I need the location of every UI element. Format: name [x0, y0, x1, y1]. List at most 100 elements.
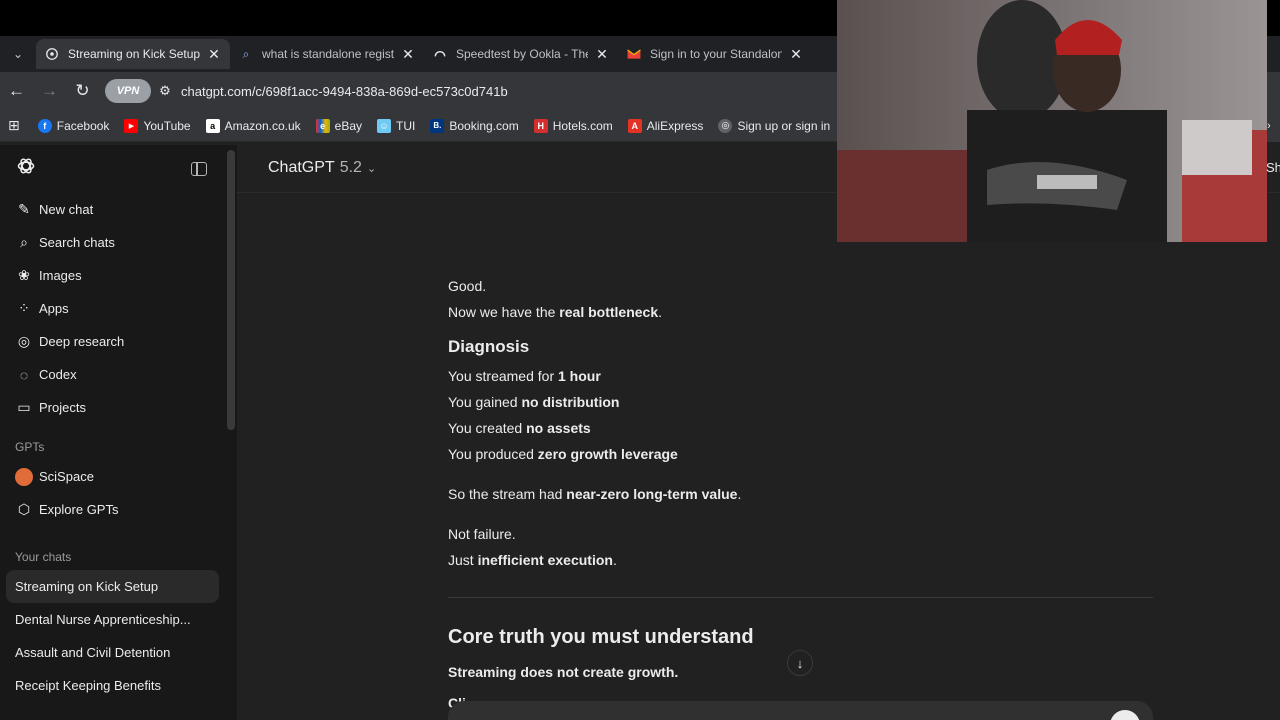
sidebar-item-projects[interactable]: ▭ Projects: [0, 391, 237, 424]
sidebar-item-label: SciSpace: [39, 469, 94, 484]
composer-input[interactable]: [448, 701, 1153, 720]
sidebar-item-new-chat[interactable]: ✎ New chat: [0, 193, 237, 226]
message-line: Not failure.: [448, 526, 516, 542]
sidebar-item-scispace[interactable]: SciSpace: [0, 460, 237, 493]
folder-icon: ▭: [17, 399, 31, 415]
model-selector[interactable]: ChatGPT 5.2 ⌄: [268, 159, 376, 177]
back-icon[interactable]: ←: [0, 75, 33, 108]
tab-title: Sign in to your Standalone: [650, 47, 782, 61]
sidebar-item-label: Projects: [39, 400, 86, 415]
aliexpress-icon: A: [627, 118, 642, 133]
tab-speedtest[interactable]: Speedtest by Ookla - The G ✕: [424, 39, 618, 69]
vpn-badge[interactable]: VPN: [105, 79, 151, 103]
bookmark-label: Sign up or sign in: [737, 118, 831, 133]
bookmark-hotels[interactable]: H Hotels.com: [533, 118, 613, 133]
sidebar-item-deep-research[interactable]: ◎ Deep research: [0, 325, 237, 358]
message-line: You created no assets: [448, 420, 591, 436]
bookmark-label: YouTube: [143, 118, 191, 133]
bookmark-label: Hotels.com: [552, 118, 613, 133]
bookmark-aliexpress[interactable]: A AliExpress: [627, 118, 704, 133]
chatgpt-logo-icon[interactable]: [16, 156, 36, 182]
bookmark-facebook[interactable]: f Facebook: [37, 118, 109, 133]
tab-sign-in-standalone[interactable]: Sign in to your Standalone ✕: [618, 39, 812, 69]
sidebar-item-images[interactable]: ❀ Images: [0, 259, 237, 292]
tab-title: what is standalone registra: [262, 47, 394, 61]
gmail-icon: [626, 46, 642, 62]
bookmark-label: Amazon.co.uk: [224, 118, 301, 133]
model-version: 5.2: [339, 159, 362, 176]
sidebar-item-label: New chat: [39, 202, 94, 217]
message-line: You produced zero growth leverage: [448, 446, 678, 462]
chevron-down-icon[interactable]: ⌄: [0, 36, 36, 72]
booking-icon: B.: [430, 118, 445, 133]
close-icon[interactable]: ✕: [594, 46, 610, 62]
sidebar-item-codex[interactable]: ◌ Codex: [0, 358, 237, 391]
your-chats-heading: Your chats: [15, 550, 72, 564]
bookmark-tui[interactable]: ☺ TUI: [377, 118, 416, 133]
gpts-heading: GPTs: [15, 440, 45, 454]
chat-item-dental-nurse[interactable]: Dental Nurse Apprenticeship...: [6, 603, 219, 636]
chat-item-streaming-on-kick[interactable]: Streaming on Kick Setup: [6, 570, 219, 603]
bookmark-label: Booking.com: [449, 118, 519, 133]
close-icon[interactable]: ✕: [206, 46, 222, 62]
facebook-icon: f: [37, 118, 52, 133]
globe-icon: ◎: [718, 118, 733, 133]
sidebar-toggle-icon[interactable]: [191, 162, 207, 176]
close-icon[interactable]: ✕: [400, 46, 416, 62]
reload-icon[interactable]: ↻: [66, 75, 99, 108]
bookmarks-overflow-icon[interactable]: ›: [1267, 110, 1280, 142]
tab-standalone-search[interactable]: ⌕ what is standalone registra ✕: [230, 39, 424, 69]
tab-title: Streaming on Kick Setup: [68, 47, 200, 61]
bookmark-label: AliExpress: [646, 118, 704, 133]
tab-title: Speedtest by Ookla - The G: [456, 47, 588, 61]
images-icon: ❀: [18, 267, 30, 283]
sidebar: ✎ New chat ⌕ Search chats ❀ Images ⁘ App…: [0, 145, 237, 720]
assistant-message: Good. Now we have the real bottleneck. D…: [448, 273, 1153, 685]
hotels-icon: H: [533, 118, 548, 133]
sidebar-item-label: Images: [39, 268, 82, 283]
sidebar-scrollbar[interactable]: [227, 150, 235, 430]
bookmark-label: TUI: [396, 118, 416, 133]
sidebar-item-apps[interactable]: ⁘ Apps: [0, 292, 237, 325]
forward-icon[interactable]: →: [33, 75, 66, 108]
message-line: You streamed for 1 hour: [448, 368, 601, 384]
model-name: ChatGPT: [268, 159, 335, 176]
diagnosis-heading: Diagnosis: [448, 337, 530, 356]
tui-icon: ☺: [377, 118, 391, 133]
share-button-partial[interactable]: Sha: [1266, 160, 1280, 175]
site-info-icon[interactable]: ⚙: [151, 77, 179, 105]
sidebar-item-explore-gpts[interactable]: ⬡ Explore GPTs: [0, 493, 237, 526]
bookmark-booking[interactable]: B. Booking.com: [430, 118, 519, 133]
edit-icon: ✎: [18, 201, 30, 217]
ookla-icon: [432, 46, 448, 62]
scroll-down-icon[interactable]: ↓: [787, 650, 813, 676]
bookmark-sign-up[interactable]: ◎ Sign up or sign in: [718, 118, 831, 133]
sidebar-item-label: Explore GPTs: [39, 502, 119, 517]
amazon-icon: a: [205, 118, 220, 133]
sidebar-item-label: Search chats: [39, 235, 115, 250]
webcam-overlay: [837, 0, 1267, 242]
tab-streaming-on-kick[interactable]: Streaming on Kick Setup ✕: [36, 39, 230, 69]
apps-grid-icon[interactable]: ⊞: [8, 117, 20, 134]
address-bar[interactable]: chatgpt.com/c/698f1acc-9494-838a-869d-ec…: [181, 84, 508, 99]
chevron-down-icon: ⌄: [366, 162, 377, 175]
youtube-icon: ▶: [124, 118, 139, 133]
chat-item-receipt-keeping[interactable]: Receipt Keeping Benefits: [6, 669, 219, 702]
sidebar-header: [0, 145, 237, 193]
bookmark-amazon[interactable]: a Amazon.co.uk: [205, 118, 301, 133]
message-line: Now we have the real bottleneck.: [448, 304, 663, 320]
message-line: Just inefficient execution.: [448, 552, 617, 568]
chat-item-assault-civil[interactable]: Assault and Civil Detention: [6, 636, 219, 669]
ebay-icon: e: [315, 118, 330, 133]
close-icon[interactable]: ✕: [788, 46, 804, 62]
sidebar-item-search-chats[interactable]: ⌕ Search chats: [0, 226, 237, 259]
bookmark-ebay[interactable]: e eBay: [315, 118, 362, 133]
message-line: Good.: [448, 278, 487, 294]
section-divider: [448, 597, 1153, 598]
bookmark-label: eBay: [334, 118, 362, 133]
bookmark-youtube[interactable]: ▶ YouTube: [124, 118, 191, 133]
apps-icon: ⁘: [18, 300, 30, 316]
cube-icon: ⬡: [17, 501, 31, 517]
search-icon: ⌕: [242, 46, 250, 61]
message-line: So the stream had near-zero long-term va…: [448, 486, 742, 502]
